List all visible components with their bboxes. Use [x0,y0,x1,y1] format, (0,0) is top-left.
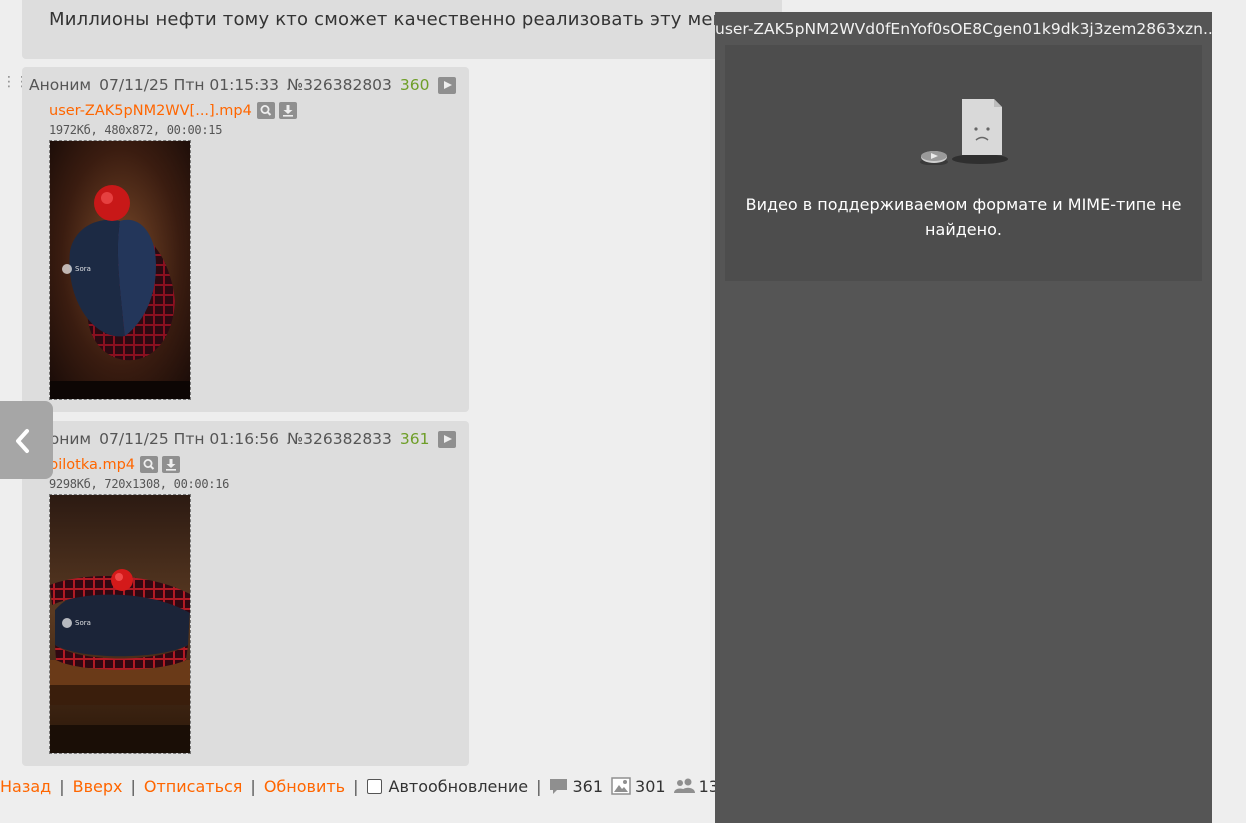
play-icon[interactable] [437,430,456,448]
video-thumbnail[interactable]: Sora [49,494,191,754]
search-icon[interactable] [140,456,159,473]
file-meta: 1972Кб, 480x872, 00:00:15 [49,123,223,137]
watermark: Sora [62,618,91,628]
separator: | [130,776,136,796]
autoupdate-checkbox[interactable] [366,778,382,794]
back-link[interactable]: Назад [0,777,51,796]
separator: | [250,776,256,796]
play-icon[interactable] [437,76,456,94]
file-name-link[interactable]: user-ZAK5pNM2WV[...].mp4 [49,103,252,119]
watermark: Sora [62,264,91,274]
separator: | [353,776,359,796]
post-index: 360 [399,76,430,94]
video-error-message: Видео в поддерживаемом формате и MIME-ти… [745,195,1182,239]
video-player[interactable]: Видео в поддерживаемом формате и MIME-ти… [725,45,1202,281]
separator: | [59,776,65,796]
post-header: Аноним 07/11/25 Птн 01:15:33 №326382803 … [29,76,456,94]
files-stat: 301 [611,777,666,796]
side-back-tab[interactable] [0,401,53,479]
post-index: 361 [399,430,430,448]
broken-file-icon [920,99,1008,165]
post-datetime: 07/11/25 Птн 01:15:33 [99,76,280,94]
post-datetime: 07/11/25 Птн 01:16:56 [99,430,280,448]
comment-icon [550,778,568,794]
file-meta: 9298Кб, 720x1308, 00:00:16 [49,477,230,491]
post-number-link[interactable]: №326382803 [287,76,392,94]
search-icon[interactable] [256,102,275,119]
post: Аноним 07/11/25 Птн 01:15:33 №326382803 … [22,67,469,412]
post-number-link[interactable]: №326382833 [287,430,392,448]
file-row: pilotka.mp4 [49,456,184,473]
viewer-title: user-ZAK5pNM2WVd0fEnYof0sOE8Cgen01k9dk3j… [715,20,1212,38]
refresh-link[interactable]: Обновить [264,777,345,796]
file-name-link[interactable]: pilotka.mp4 [49,457,135,473]
post-author: Аноним [29,76,92,94]
video-thumbnail[interactable]: Sora [49,140,191,400]
users-icon [673,778,695,793]
thread-nav-bar: Назад | Вверх | Отписаться | Обновить | … [0,775,737,797]
file-row: user-ZAK5pNM2WV[...].mp4 [49,102,301,119]
autoupdate-label: Автообновление [388,776,529,796]
post-message: Миллионы нефти тому кто сможет качествен… [49,9,765,30]
post: Аноним 07/11/25 Птн 01:16:56 №326382833 … [22,421,469,766]
image-icon [611,777,631,795]
separator: | [536,776,542,796]
chevron-left-icon [16,429,29,453]
files-count: 301 [635,776,666,796]
previous-post: Миллионы нефти тому кто сможет качествен… [22,0,782,59]
download-icon[interactable] [278,102,297,119]
media-viewer[interactable]: user-ZAK5pNM2WVd0fEnYof0sOE8Cgen01k9dk3j… [715,12,1212,823]
unsubscribe-link[interactable]: Отписаться [144,777,243,796]
download-icon[interactable] [162,456,181,473]
posts-count: 361 [572,776,604,796]
post-header: Аноним 07/11/25 Птн 01:16:56 №326382833 … [29,430,456,448]
top-link[interactable]: Вверх [73,777,123,796]
posts-stat: 361 [549,777,603,796]
